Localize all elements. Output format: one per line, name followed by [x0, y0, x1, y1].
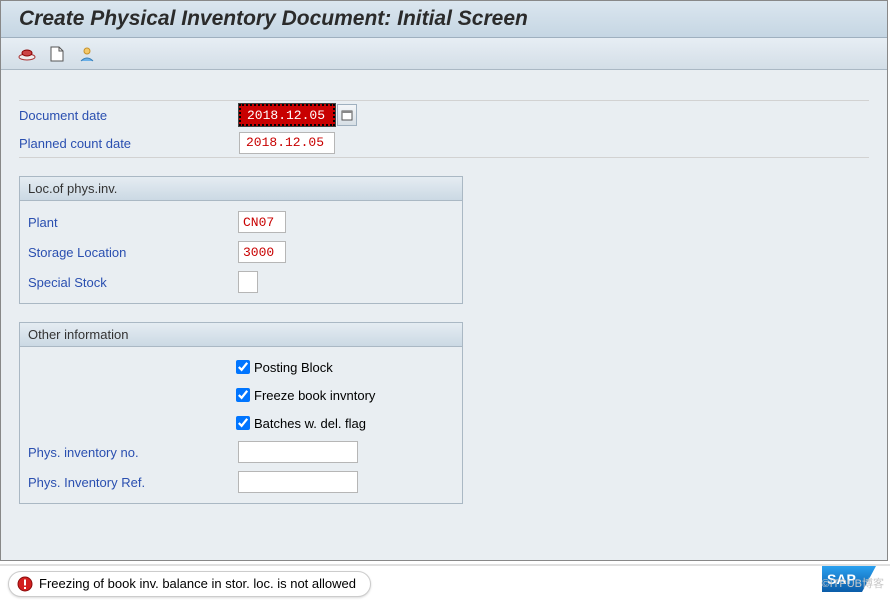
location-group-title: Loc.of phys.inv.: [20, 177, 462, 201]
other-info-group: Other information Posting Block Freeze b…: [19, 322, 463, 504]
status-bar: Freezing of book inv. balance in stor. l…: [0, 564, 890, 601]
page-title: Create Physical Inventory Document: Init…: [19, 7, 869, 31]
freeze-checkbox[interactable]: [236, 388, 250, 402]
posting-block-label: Posting Block: [254, 360, 333, 375]
date-fields: Document date 2018.12.05 Planned count d…: [19, 100, 869, 158]
document-date-field[interactable]: 2018.12.05: [239, 104, 335, 126]
planned-date-field[interactable]: 2018.12.05: [239, 132, 335, 154]
batches-label: Batches w. del. flag: [254, 416, 366, 431]
special-stock-label: Special Stock: [28, 275, 238, 290]
title-bar: Create Physical Inventory Document: Init…: [1, 1, 887, 38]
storage-location-label: Storage Location: [28, 245, 238, 260]
other-info-title: Other information: [20, 323, 462, 347]
batches-checkbox[interactable]: [236, 416, 250, 430]
phys-inv-ref-field[interactable]: [238, 471, 358, 493]
content-area: Document date 2018.12.05 Planned count d…: [1, 70, 887, 557]
status-message: Freezing of book inv. balance in stor. l…: [8, 571, 371, 597]
posting-block-checkbox[interactable]: [236, 360, 250, 374]
date-picker-icon[interactable]: [337, 104, 357, 126]
person-icon[interactable]: [77, 44, 97, 64]
new-document-icon[interactable]: [47, 44, 67, 64]
status-text: Freezing of book inv. balance in stor. l…: [39, 576, 356, 591]
phys-inv-ref-label: Phys. Inventory Ref.: [28, 475, 238, 490]
special-stock-field[interactable]: [238, 271, 258, 293]
phys-inv-no-label: Phys. inventory no.: [28, 445, 238, 460]
location-group: Loc.of phys.inv. Plant Storage Location …: [19, 176, 463, 304]
document-date-label: Document date: [19, 108, 239, 123]
hat-icon[interactable]: [17, 44, 37, 64]
plant-label: Plant: [28, 215, 238, 230]
error-icon: [17, 576, 33, 592]
freeze-label: Freeze book invntory: [254, 388, 375, 403]
toolbar: [1, 38, 887, 70]
phys-inv-no-field[interactable]: [238, 441, 358, 463]
storage-location-field[interactable]: [238, 241, 286, 263]
plant-field[interactable]: [238, 211, 286, 233]
planned-date-label: Planned count date: [19, 136, 239, 151]
sap-window: Create Physical Inventory Document: Init…: [0, 0, 888, 561]
watermark: ©ITPUB博客: [822, 575, 885, 591]
